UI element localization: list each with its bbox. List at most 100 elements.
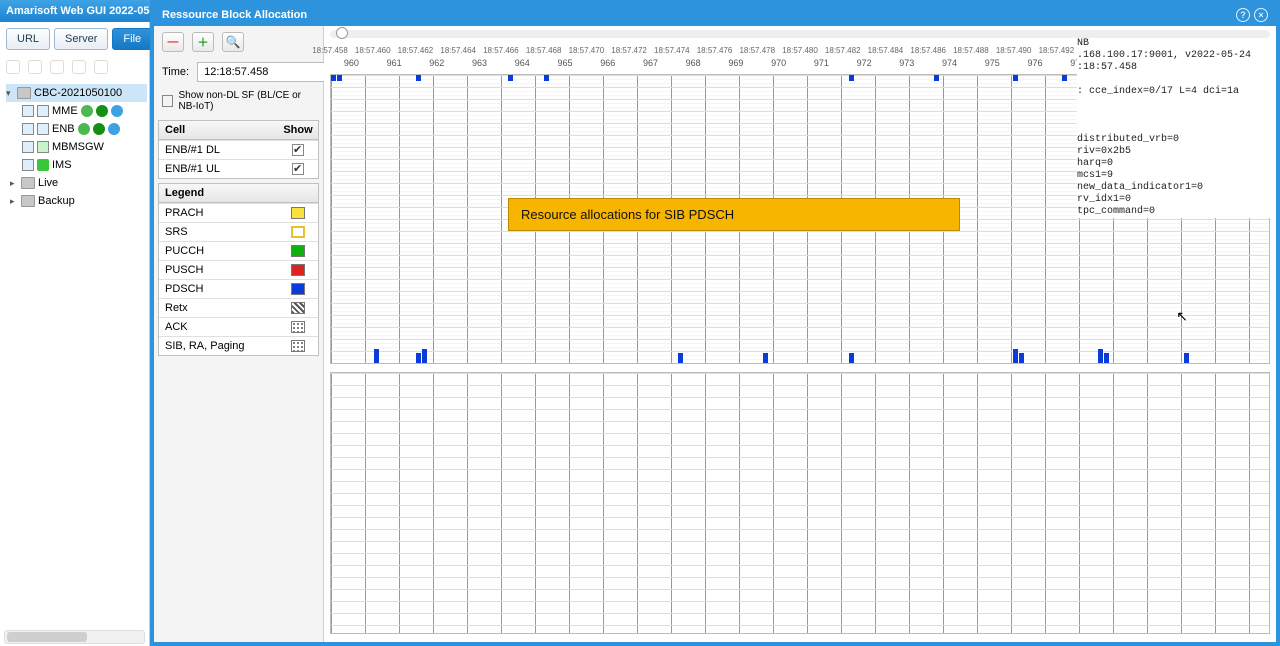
- legend-row: PUCCH: [159, 241, 318, 260]
- chart-ul-grid[interactable]: [330, 372, 1270, 634]
- pdsch-bar[interactable]: [1013, 75, 1018, 81]
- legend-label: PRACH: [159, 204, 278, 222]
- pdsch-bar[interactable]: [374, 349, 379, 363]
- legend-swatch: [291, 340, 305, 352]
- pdsch-bar[interactable]: [678, 353, 683, 363]
- status-ok-icon: [78, 123, 90, 135]
- search-button[interactable]: 🔍: [222, 32, 244, 52]
- tree-label: Backup: [38, 195, 75, 207]
- legend-label: SRS: [159, 223, 278, 241]
- tree-enb[interactable]: ENB: [6, 120, 147, 138]
- time-slider[interactable]: [330, 30, 1270, 38]
- tree-ims[interactable]: IMS: [6, 156, 147, 174]
- tree-live[interactable]: ▸ Live: [6, 174, 147, 192]
- tree-label: ENB: [52, 123, 75, 135]
- cell-show-checkbox[interactable]: [292, 144, 304, 156]
- pdsch-bar[interactable]: [422, 349, 427, 363]
- folder-icon: [21, 195, 35, 207]
- zoom-in-button[interactable]: ＋: [192, 32, 214, 52]
- file-button[interactable]: File: [112, 28, 152, 50]
- pdsch-bar[interactable]: [934, 75, 939, 81]
- cell-table: Cell Show ENB/#1 DLENB/#1 UL: [158, 120, 319, 179]
- info-icon: [111, 105, 123, 117]
- legend-table: Legend PRACHSRSPUCCHPUSCHPDSCHRetxACKSIB…: [158, 183, 319, 356]
- phone-icon: [37, 159, 49, 171]
- pdsch-bar[interactable]: [337, 75, 342, 81]
- time-label: Time:: [162, 66, 189, 78]
- pdsch-bar[interactable]: [416, 353, 421, 363]
- legend-label: PUCCH: [159, 242, 278, 260]
- chevron-right-icon: ▸: [10, 196, 18, 207]
- tree-label: IMS: [52, 159, 72, 171]
- sidebar-scrollbar[interactable]: [4, 630, 145, 644]
- node-icon: [22, 159, 34, 171]
- folder-icon: [17, 87, 31, 99]
- cell-show-checkbox[interactable]: [292, 163, 304, 175]
- pdsch-bar[interactable]: [1184, 353, 1189, 363]
- controls-column: — ＋ 🔍 Time: Show non-DL SF (BL/CE or NB-…: [154, 26, 324, 642]
- cell-row[interactable]: ENB/#1 DL: [159, 140, 318, 159]
- pdsch-bar[interactable]: [544, 75, 549, 81]
- pdsch-bar[interactable]: [416, 75, 421, 81]
- legend-swatch: [291, 321, 305, 333]
- sidebar: URL Server File ▾ CBC-2021050100 MME ENB: [0, 22, 150, 646]
- tree-mme[interactable]: MME: [6, 102, 147, 120]
- legend-swatch: [291, 264, 305, 276]
- status-ok-icon: [81, 105, 93, 117]
- tree-label: Live: [38, 177, 58, 189]
- legend-row: PUSCH: [159, 260, 318, 279]
- legend-swatch: [291, 226, 305, 238]
- pdsch-bar[interactable]: [1098, 349, 1103, 363]
- legend-row: SIB, RA, Paging: [159, 336, 318, 355]
- zoom-out-button[interactable]: —: [162, 32, 184, 52]
- panel-titlebar: Ressource Block Allocation ? ×: [154, 4, 1276, 26]
- legend-row: PDSCH: [159, 279, 318, 298]
- pdsch-bar[interactable]: [508, 75, 513, 81]
- tree-root[interactable]: ▾ CBC-2021050100: [6, 84, 147, 102]
- callout-text: Resource allocations for SIB PDSCH: [521, 207, 734, 222]
- tree-label: MME: [52, 105, 78, 117]
- stop-icon[interactable]: [94, 60, 108, 74]
- app-title: Amarisoft Web GUI 2022-05-24: [6, 5, 165, 17]
- nav-fwd-icon[interactable]: [28, 60, 42, 74]
- legend-label: PUSCH: [159, 261, 278, 279]
- pdsch-bar[interactable]: [1013, 349, 1018, 363]
- nav-back-icon[interactable]: [6, 60, 20, 74]
- legend-swatch: [291, 245, 305, 257]
- legend-row: ACK: [159, 317, 318, 336]
- pdsch-bar[interactable]: [763, 353, 768, 363]
- pdsch-bar[interactable]: [849, 75, 854, 81]
- show-nondl-checkbox[interactable]: [162, 95, 173, 107]
- cell-header: Cell: [159, 121, 278, 139]
- help-icon[interactable]: ?: [1236, 8, 1250, 22]
- legend-swatch: [291, 207, 305, 219]
- node-icon: [37, 123, 49, 135]
- legend-header: Legend: [159, 184, 278, 202]
- show-nondl-label: Show non-DL SF (BL/CE or NB-IoT): [179, 90, 315, 112]
- legend-swatch: [291, 302, 305, 314]
- close-icon[interactable]: ×: [1254, 8, 1268, 22]
- dci-info-text: NB.168.100.17:9001, v2022-05-24:18:57.45…: [1077, 38, 1272, 218]
- tree-mbmsgw[interactable]: MBMSGW: [6, 138, 147, 156]
- info-icon: [108, 123, 120, 135]
- pdsch-bar[interactable]: [849, 353, 854, 363]
- settings-icon[interactable]: [72, 60, 86, 74]
- legend-label: Retx: [159, 299, 278, 317]
- tree-label: MBMSGW: [52, 141, 104, 153]
- legend-label: PDSCH: [159, 280, 278, 298]
- pdsch-bar[interactable]: [1104, 353, 1109, 363]
- minus-icon: —: [168, 36, 179, 48]
- refresh-icon[interactable]: [50, 60, 64, 74]
- pdsch-bar[interactable]: [1019, 353, 1024, 363]
- tree-backup[interactable]: ▸ Backup: [6, 192, 147, 210]
- source-selector: URL Server File: [0, 22, 149, 56]
- server-button[interactable]: Server: [54, 28, 108, 50]
- legend-row: Retx: [159, 298, 318, 317]
- cell-row[interactable]: ENB/#1 UL: [159, 159, 318, 178]
- plus-icon: ＋: [198, 34, 209, 50]
- legend-row: PRACH: [159, 203, 318, 222]
- url-button[interactable]: URL: [6, 28, 50, 50]
- pdsch-bar[interactable]: [331, 75, 336, 81]
- pdsch-bar[interactable]: [1062, 75, 1067, 81]
- slider-knob[interactable]: [336, 27, 348, 39]
